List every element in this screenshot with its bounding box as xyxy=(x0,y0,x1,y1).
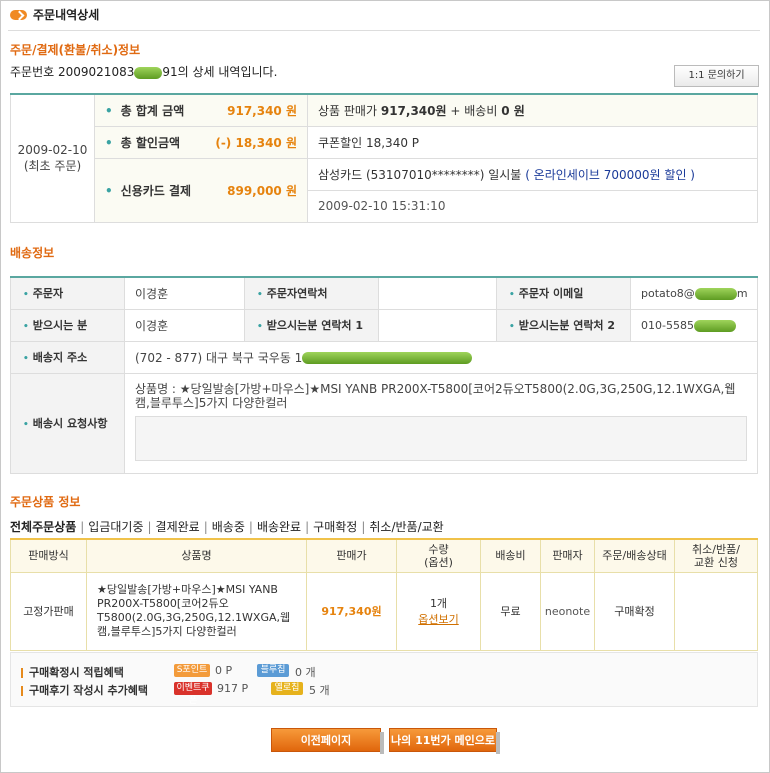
recipient-label: • 받으시는 분 xyxy=(10,308,125,342)
header-divider xyxy=(8,30,760,31)
row-shipping: 무료 xyxy=(480,571,541,651)
benefit-row-2: 구매후기 작성시 추가혜택 xyxy=(21,682,148,698)
request-text: 상품명 : ★당일발송[가방+마우스]★MSI YANB PR200X-T580… xyxy=(135,381,736,410)
benefit-row-1: 구매확정시 적립혜택 xyxy=(21,664,124,680)
discount-value: (-) 18,340 원 xyxy=(215,135,297,150)
payment-timestamp: 2009-02-10 15:31:10 xyxy=(307,189,758,223)
tab-all-orders[interactable]: 전체주문상품 xyxy=(10,520,76,534)
tab-cancel-return[interactable]: 취소/반품/교환 xyxy=(369,520,443,534)
orderer-label: • 주문자 xyxy=(10,276,125,310)
recipient-value: 이경훈 xyxy=(124,308,245,342)
redaction-blot xyxy=(693,319,736,332)
tab-delivered[interactable]: 배송완료 xyxy=(257,520,301,534)
request-label: • 배송시 요청사항 xyxy=(10,372,125,474)
total-amount-value: 917,340 원 xyxy=(227,103,297,118)
col-method: 판매방식 xyxy=(10,538,87,573)
row-product-name[interactable]: ★당일발송[가방+마우스]★MSI YANB PR200X-T5800[코어2듀… xyxy=(86,571,307,651)
tab-awaiting-deposit[interactable]: 입금대기중 xyxy=(88,520,143,534)
option-view-link[interactable]: 옵션보기 xyxy=(397,611,480,627)
s-point-badge: S포인트 xyxy=(174,664,210,677)
col-price: 판매가 xyxy=(306,538,397,573)
orderer-email-label: • 주문자 이메일 xyxy=(496,276,631,310)
benefits-box: 구매확정시 적립혜택 S포인트 0 P 블루칩 0 개 구매후기 작성시 추가혜… xyxy=(10,652,758,707)
shipping-section-title: 배송정보 xyxy=(10,246,55,260)
arrow-pill-icon xyxy=(10,9,27,20)
col-product: 상품명 xyxy=(86,538,307,573)
event-coupon-badge: 이벤트쿠폰 xyxy=(174,682,212,706)
card-payment-value: 899,000 원 xyxy=(227,183,297,198)
yellowchip-badge: 옐로칩 xyxy=(271,682,303,695)
tab-confirmed[interactable]: 구매확정 xyxy=(313,520,357,534)
col-cancel: 취소/반품/ 교환 신청 xyxy=(674,538,758,573)
shipping-table: • 주문자 이경훈 • 주문자연락처 • 주문자 이메일 potato8@ m • 받으시… xyxy=(10,276,758,474)
bluechip-value: 0 개 xyxy=(295,666,316,679)
promo-text: ( 온라인세이브 700000원 할인 ) xyxy=(525,167,695,182)
orderer-contact-label: • 주문자연락처 xyxy=(244,276,379,310)
products-section-title: 주문상품 정보 xyxy=(10,495,81,509)
tab-paid[interactable]: 결제완료 xyxy=(156,520,200,534)
discount-info: 쿠폰할인 18,340 P xyxy=(307,125,758,159)
order-suffix: 의 상세 내역입니다. xyxy=(177,65,278,79)
order-date: 2009-02-10 xyxy=(17,143,88,158)
redaction-blot xyxy=(134,66,163,79)
col-qty: 수량 (옵션) xyxy=(396,538,481,573)
event-coupon-value: 917 P xyxy=(217,682,249,695)
product-status-tabs: 전체주문상품 | 입금대기중 | 결제완료 | 배송중 | 배송완료 | 구매확정 | 취소/반품/교환 xyxy=(10,520,444,534)
col-status: 주문/배송상태 xyxy=(594,538,675,573)
order-date-cell: 2009-02-10 (최초 주문) xyxy=(10,93,95,223)
card-info: 삼성카드 (53107010********) 일시불 ( 온라인세이브 700… xyxy=(307,157,758,191)
order-number: 2009021083 xyxy=(58,65,135,79)
my-main-button[interactable]: 나의 11번가 메인으로 xyxy=(389,728,500,754)
request-textarea[interactable] xyxy=(135,415,747,461)
row-status: 구매확정 xyxy=(594,571,675,651)
total-amount-label-cell: • 총 합계 금액 917,340 원 xyxy=(94,93,308,127)
row-qty: 1개 옵션보기 xyxy=(396,571,481,651)
order-date-note: (최초 주문) xyxy=(23,159,82,174)
redaction-blot xyxy=(302,352,473,364)
s-point-value: 0 P xyxy=(215,664,233,677)
inquiry-button[interactable]: 1:1 문의하기 xyxy=(674,65,759,87)
recipient-contact1-value xyxy=(378,308,497,342)
order-number-line: 주문번호 2009021083 91의 상세 내역입니다. xyxy=(10,63,277,80)
order-prefix: 주문번호 xyxy=(10,65,55,79)
recipient-contact1-label: • 받으시는분 연락처 1 xyxy=(244,308,379,342)
order-section-title: 주문/결제(환불/취소)정보 xyxy=(10,43,141,57)
col-seller: 판매자 xyxy=(540,538,595,573)
products-table: 판매방식 상품명 판매가 수량 (옵션) 배송비 판매자 주문/배송상태 취소/… xyxy=(10,538,758,651)
orderer-contact-value xyxy=(378,276,497,310)
address-value: (702 - 877) 대구 북구 국우동 1 xyxy=(124,340,758,374)
orderer-value: 이경훈 xyxy=(124,276,245,310)
bluechip-badge: 블루칩 xyxy=(257,664,289,677)
total-amount-label: 총 합계 금액 xyxy=(120,103,185,118)
card-payment-label: 신용카드 결제 xyxy=(120,183,192,198)
address-label: • 배송지 주소 xyxy=(10,340,125,374)
row-qty-value: 1개 xyxy=(429,597,448,610)
redaction-blot xyxy=(694,287,737,300)
orderer-email-value: potato8@ m xyxy=(630,276,758,310)
page-header: 주문내역상세 xyxy=(10,6,99,23)
discount-label: 총 할인금액 xyxy=(120,135,181,150)
row-method: 고정가판매 xyxy=(10,571,87,651)
yellowchip-value: 5 개 xyxy=(309,684,330,697)
card-payment-label-cell: • 신용카드 결제 899,000 원 xyxy=(94,157,308,223)
recipient-contact2-label: • 받으시는분 연락처 2 xyxy=(496,308,631,342)
row-cancel xyxy=(674,571,758,651)
discount-label-cell: • 총 할인금액 (-) 18,340 원 xyxy=(94,125,308,159)
prev-page-button[interactable]: 이전페이지 xyxy=(271,728,384,754)
payment-table: 2009-02-10 (최초 주문) • 총 합계 금액 917,340 원 상품… xyxy=(10,93,758,223)
recipient-contact2-value: 010-5585 xyxy=(630,308,758,342)
total-amount-info: 상품 판매가 917,340원 + 배송비 0 원 xyxy=(307,93,758,127)
table-row: 고정가판매 ★당일발송[가방+마우스]★MSI YANB PR200X-T580… xyxy=(10,571,758,651)
tab-shipping[interactable]: 배송중 xyxy=(212,520,245,534)
row-seller[interactable]: neonote xyxy=(540,571,595,651)
order-number-tail: 91 xyxy=(162,65,178,79)
request-cell: 상품명 : ★당일발송[가방+마우스]★MSI YANB PR200X-T580… xyxy=(124,372,758,474)
page-title: 주문내역상세 xyxy=(33,8,100,22)
col-shipping: 배송비 xyxy=(480,538,541,573)
row-price: 917,340원 xyxy=(306,571,397,651)
